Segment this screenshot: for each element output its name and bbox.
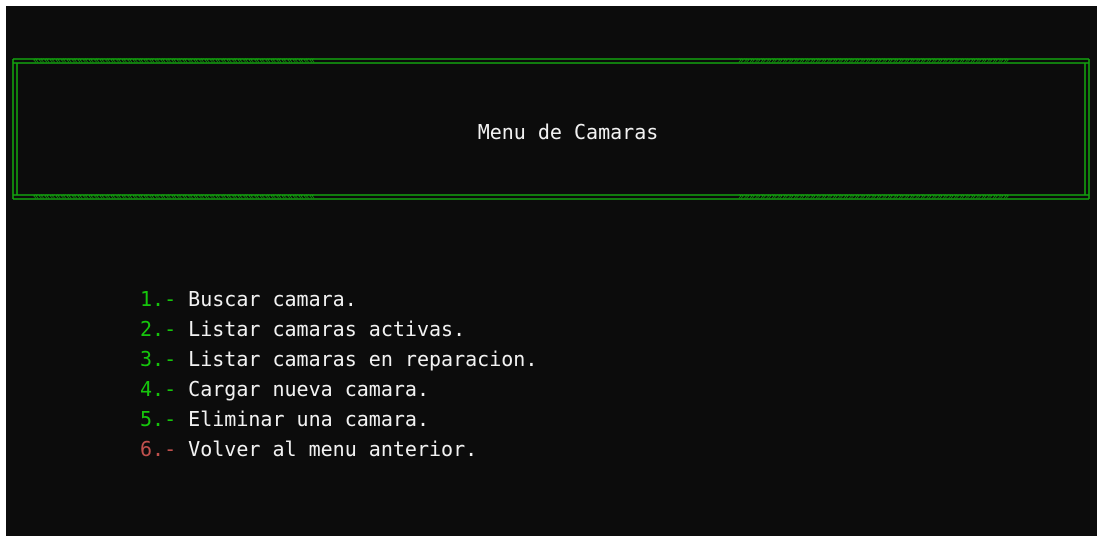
option-number: 5.- [140, 407, 177, 431]
option-label: Eliminar una camara. [188, 407, 429, 431]
option-label: Volver al menu anterior. [188, 437, 478, 461]
option-label: Listar camaras activas. [188, 317, 466, 341]
option-number: 6.- [140, 437, 177, 461]
bottom-right-chevrons: »»»»»»»»»»»»»»»»»»»»»»»»»»»»»»»»»»»»»»»»… [738, 191, 1009, 202]
menu-option-listar-activas[interactable]: 2.- Listar camaras activas. [140, 314, 537, 344]
option-number: 2.- [140, 317, 177, 341]
menu-title: Menu de Camaras [477, 120, 659, 144]
option-label: Cargar nueva camara. [188, 377, 429, 401]
option-number: 3.- [140, 347, 177, 371]
menu-option-volver[interactable]: 6.- Volver al menu anterior. [140, 434, 537, 464]
top-left-chevrons: ««««««««««««««««««««««««««««««««««««««««… [33, 55, 315, 66]
menu-options: 1.- Buscar camara. 2.- Listar camaras ac… [140, 284, 537, 464]
option-number: 4.- [140, 377, 177, 401]
console-window: ««««««««««««««««««««««««««««««««««««««««… [6, 6, 1097, 536]
option-label: Buscar camara. [188, 287, 357, 311]
option-number: 1.- [140, 287, 177, 311]
menu-option-listar-reparacion[interactable]: 3.- Listar camaras en reparacion. [140, 344, 537, 374]
option-label: Listar camaras en reparacion. [188, 347, 538, 371]
menu-option-buscar[interactable]: 1.- Buscar camara. [140, 284, 537, 314]
top-right-chevrons: »»»»»»»»»»»»»»»»»»»»»»»»»»»»»»»»»»»»»»»»… [738, 55, 1009, 66]
menu-option-eliminar[interactable]: 5.- Eliminar una camara. [140, 404, 537, 434]
bottom-left-chevrons: ««««««««««««««««««««««««««««««««««««««««… [33, 191, 315, 202]
menu-option-cargar[interactable]: 4.- Cargar nueva camara. [140, 374, 537, 404]
menu-banner: ««««««««««««««««««««««««««««««««««««««««… [9, 54, 1093, 204]
